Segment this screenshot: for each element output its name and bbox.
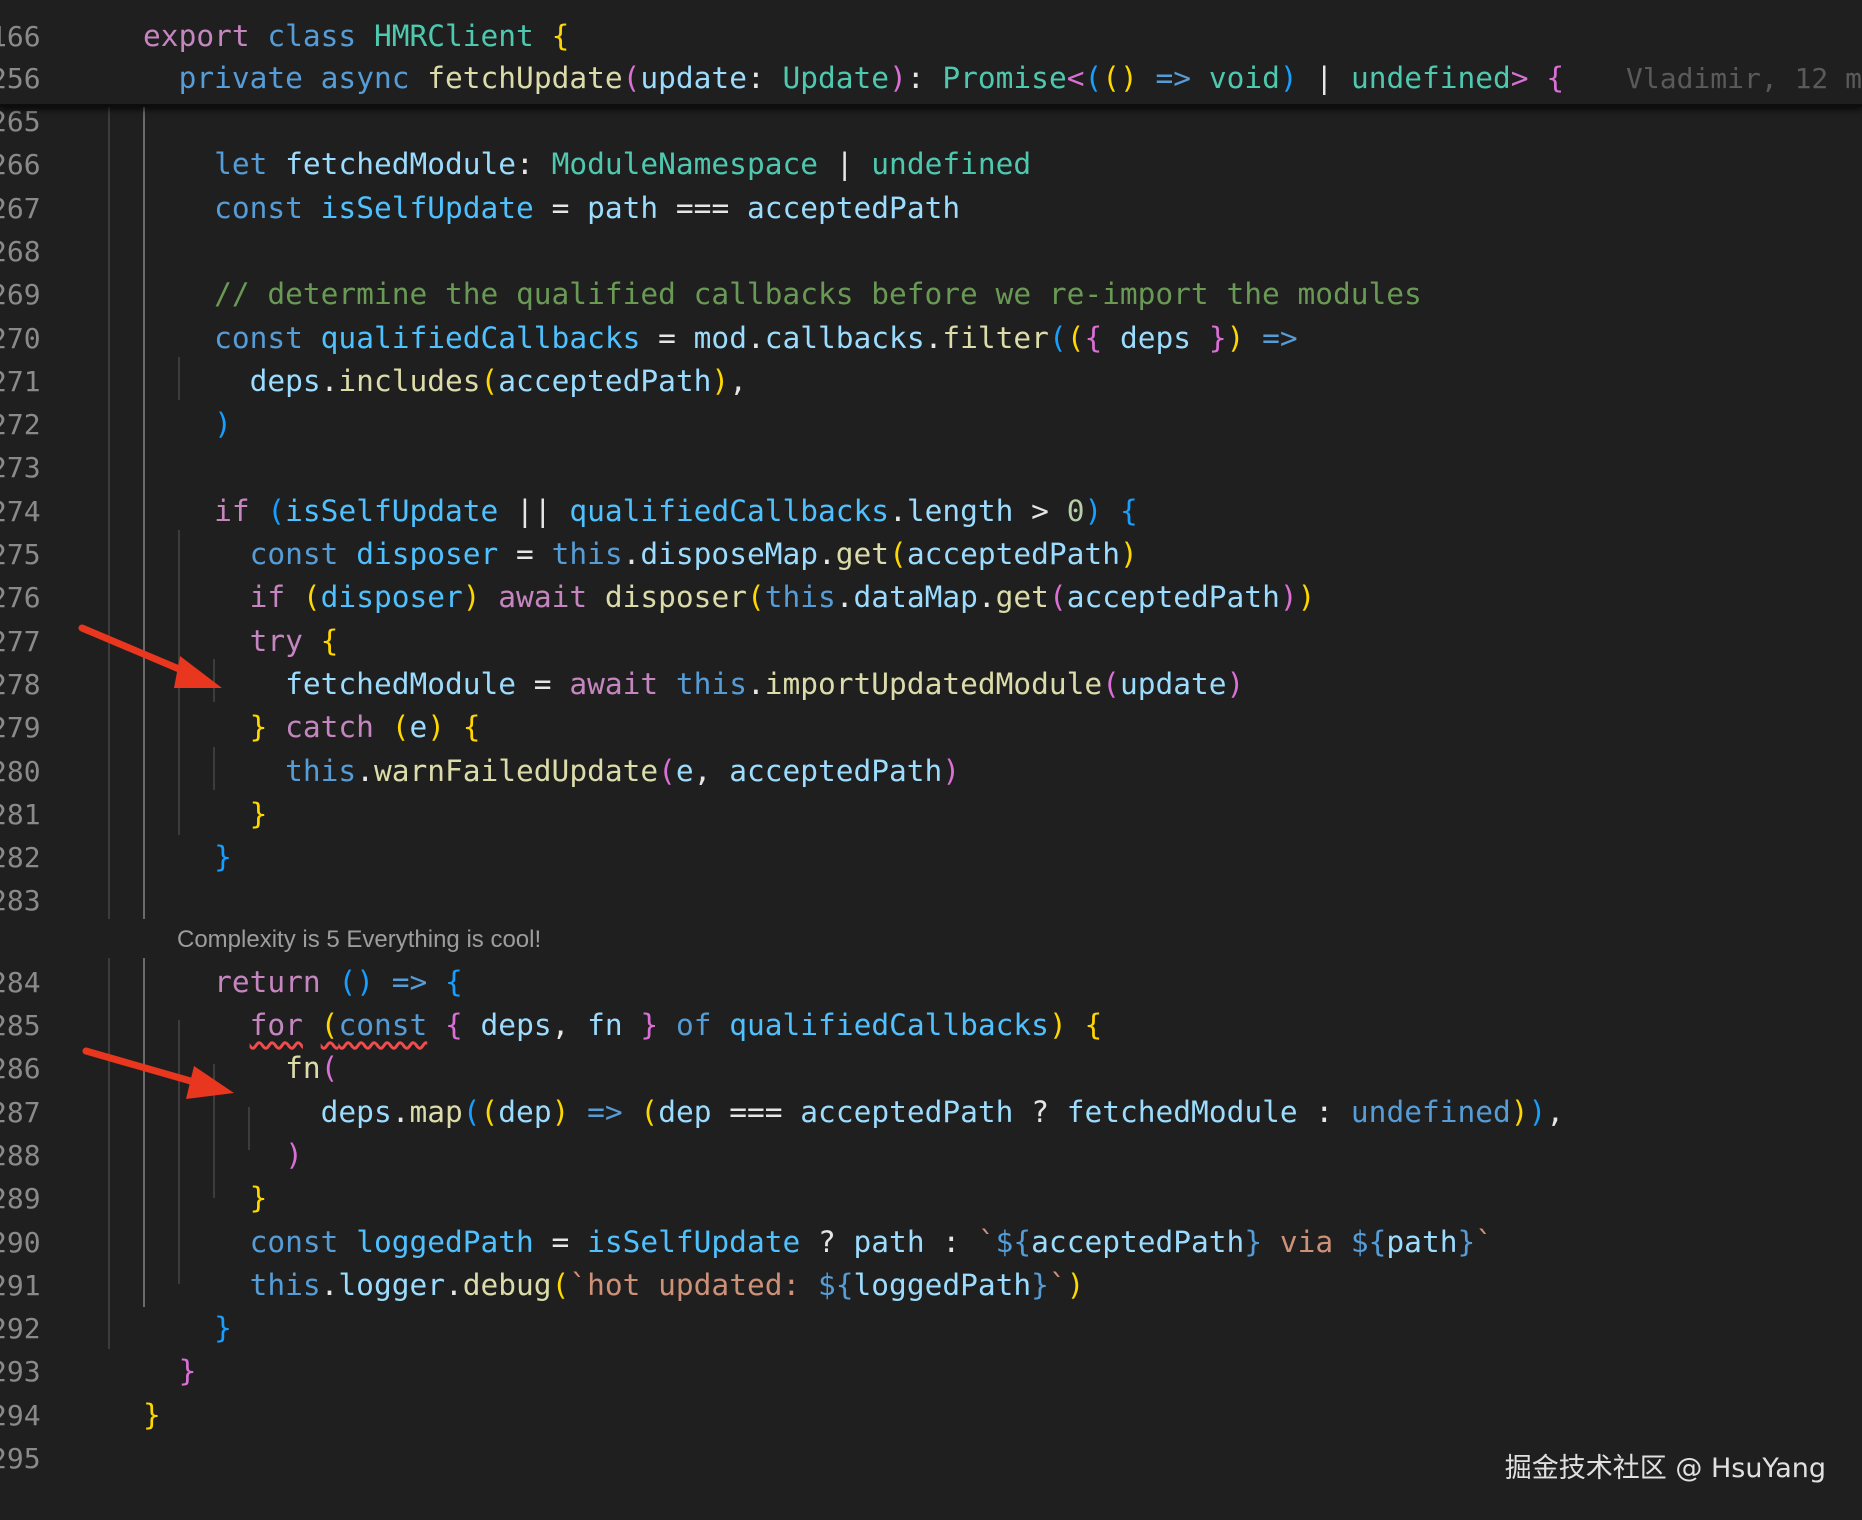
arrow-annotation — [78, 624, 222, 688]
code-editor[interactable]: { "editor": { "sticky": [ {"ln":"166","t… — [0, 0, 1862, 1520]
watermark-text: 掘金技术社区 @ HsuYang — [1504, 1453, 1826, 1484]
annotation-arrows — [78, 624, 234, 1099]
arrow-annotation — [82, 1047, 234, 1099]
